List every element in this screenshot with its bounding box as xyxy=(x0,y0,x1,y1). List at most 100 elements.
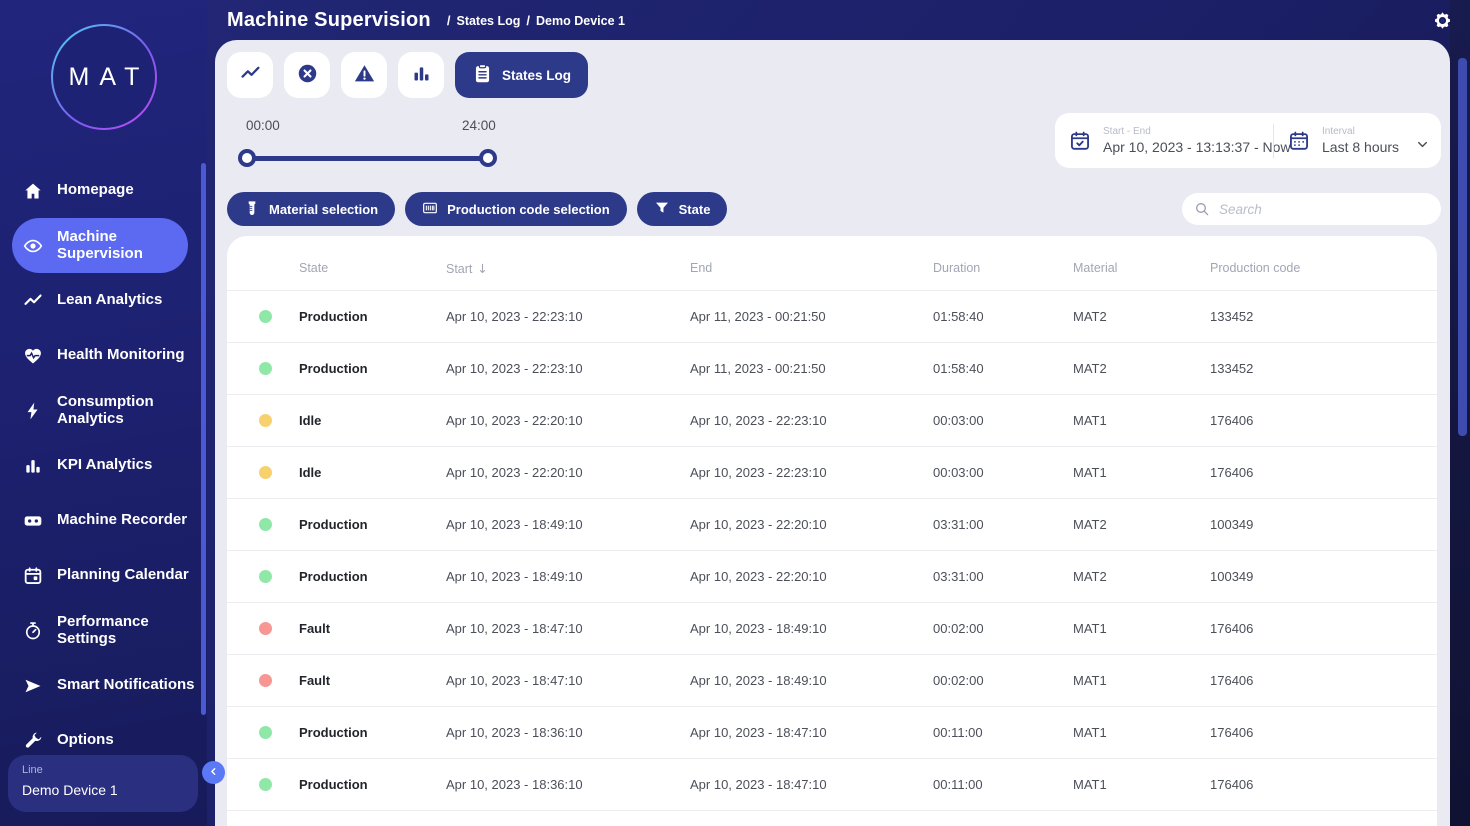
table-row[interactable]: Production Apr 10, 2023 - 18:36:10 Apr 1… xyxy=(227,759,1437,811)
cell-end: Apr 10, 2023 - 22:20:10 xyxy=(690,517,933,532)
state-dot xyxy=(259,674,272,687)
table-row[interactable]: Fault Apr 10, 2023 - 18:47:10 Apr 10, 20… xyxy=(227,655,1437,707)
recorder-icon xyxy=(23,511,43,531)
slider-track[interactable] xyxy=(246,156,488,161)
breadcrumb-separator: / xyxy=(447,13,451,28)
cell-duration: 00:03:00 xyxy=(933,413,1073,428)
table-row[interactable]: Production Apr 10, 2023 - 18:36:10 Apr 1… xyxy=(227,707,1437,759)
breadcrumb-item: / Demo Device 1 xyxy=(520,13,625,28)
cell-duration: 00:11:00 xyxy=(933,725,1073,740)
slider-end-label: 24:00 xyxy=(462,118,496,133)
cell-production-code: 176406 xyxy=(1210,413,1437,428)
funnel-icon xyxy=(654,200,670,219)
state-dot xyxy=(259,622,272,635)
state-dot xyxy=(259,466,272,479)
filter-button-state[interactable]: State xyxy=(637,192,728,226)
column-header-state[interactable]: State xyxy=(299,261,446,275)
tab-bar-chart[interactable] xyxy=(398,52,444,98)
cell-start: Apr 10, 2023 - 18:36:10 xyxy=(446,725,690,740)
table-body: Production Apr 10, 2023 - 22:23:10 Apr 1… xyxy=(227,291,1437,811)
cell-duration: 00:03:00 xyxy=(933,465,1073,480)
search-input[interactable] xyxy=(1219,202,1429,217)
column-header-start[interactable]: Start↓ xyxy=(446,261,690,276)
chevron-down-icon xyxy=(1415,137,1430,152)
cell-start: Apr 10, 2023 - 18:47:10 xyxy=(446,673,690,688)
column-header-end[interactable]: End xyxy=(690,261,933,275)
calendar-icon xyxy=(23,566,43,586)
sidebar-item-label: Machine Recorder xyxy=(57,512,187,529)
cell-start: Apr 10, 2023 - 18:49:10 xyxy=(446,569,690,584)
filter-button-production-code-selection[interactable]: Production code selection xyxy=(405,192,627,226)
breadcrumb-separator: / xyxy=(526,13,530,28)
cell-material: MAT1 xyxy=(1073,777,1210,792)
tab-clipboard[interactable]: States Log xyxy=(455,52,588,98)
cell-material: MAT1 xyxy=(1073,725,1210,740)
column-header-production-code[interactable]: Production code xyxy=(1210,261,1437,275)
cell-state: Production xyxy=(299,569,446,584)
cell-state: Production xyxy=(299,725,446,740)
sidebar-item-health-monitoring[interactable]: Health Monitoring xyxy=(0,328,207,383)
sidebar-item-machine-recorder[interactable]: Machine Recorder xyxy=(0,493,207,548)
cell-end: Apr 11, 2023 - 00:21:50 xyxy=(690,361,933,376)
start-end-picker[interactable]: Start - End Apr 10, 2023 - 13:13:37 - No… xyxy=(1055,126,1273,155)
send-icon xyxy=(23,676,43,696)
settings-button[interactable] xyxy=(1432,11,1452,31)
cell-production-code: 176406 xyxy=(1210,621,1437,636)
cell-start: Apr 10, 2023 - 22:20:10 xyxy=(446,413,690,428)
tab-warning-triangle[interactable] xyxy=(341,52,387,98)
sidebar-item-lean-analytics[interactable]: Lean Analytics xyxy=(0,273,207,328)
page-title: Machine Supervision xyxy=(227,9,431,32)
table-row[interactable]: Production Apr 10, 2023 - 22:23:10 Apr 1… xyxy=(227,343,1437,395)
column-header-material[interactable]: Material xyxy=(1073,261,1210,275)
slider-handle-start[interactable] xyxy=(238,149,256,167)
brand-logo-text: MAT xyxy=(59,63,150,92)
page-scrollbar[interactable] xyxy=(1450,0,1470,826)
tab-trend-chart[interactable] xyxy=(227,52,273,98)
tab-circle-x[interactable] xyxy=(284,52,330,98)
sidebar-item-label: Homepage xyxy=(57,182,134,199)
sidebar-collapse-button[interactable] xyxy=(202,761,225,784)
sidebar-item-consumption-analytics[interactable]: Consumption Analytics xyxy=(0,383,207,438)
sidebar: MAT Homepage Machine Supervision Lean An… xyxy=(0,0,207,826)
filter-button-material-selection[interactable]: Material selection xyxy=(227,192,395,226)
sidebar-scrollbar[interactable] xyxy=(201,163,206,715)
cell-state: Production xyxy=(299,777,446,792)
cell-end: Apr 10, 2023 - 22:23:10 xyxy=(690,413,933,428)
trend-chart-icon xyxy=(240,63,261,87)
sidebar-item-performance-settings[interactable]: Performance Settings xyxy=(0,603,207,658)
cell-end: Apr 11, 2023 - 00:21:50 xyxy=(690,309,933,324)
wrench-icon xyxy=(23,731,43,751)
cell-duration: 01:58:40 xyxy=(933,309,1073,324)
breadcrumb: / States Log / Demo Device 1 xyxy=(441,13,625,28)
sidebar-item-kpi-analytics[interactable]: KPI Analytics xyxy=(0,438,207,493)
chevron-left-icon xyxy=(208,765,219,780)
cell-start: Apr 10, 2023 - 18:47:10 xyxy=(446,621,690,636)
sidebar-item-homepage[interactable]: Homepage xyxy=(0,163,207,218)
table-row[interactable]: Fault Apr 10, 2023 - 18:47:10 Apr 10, 20… xyxy=(227,603,1437,655)
sidebar-item-smart-notifications[interactable]: Smart Notifications xyxy=(0,658,207,713)
interval-label: Interval xyxy=(1322,126,1399,137)
calendar-check-icon xyxy=(1069,130,1091,152)
sidebar-item-label: Lean Analytics xyxy=(57,292,162,309)
page-scrollbar-thumb[interactable] xyxy=(1458,58,1467,436)
sidebar-item-label: Performance Settings xyxy=(57,614,195,648)
sidebar-item-machine-supervision[interactable]: Machine Supervision xyxy=(0,218,207,273)
sidebar-item-label: Machine Supervision xyxy=(57,229,195,263)
table-row[interactable]: Production Apr 10, 2023 - 18:49:10 Apr 1… xyxy=(227,499,1437,551)
cell-end: Apr 10, 2023 - 18:47:10 xyxy=(690,725,933,740)
table-row[interactable]: Idle Apr 10, 2023 - 22:20:10 Apr 10, 202… xyxy=(227,447,1437,499)
table-row[interactable]: Production Apr 10, 2023 - 22:23:10 Apr 1… xyxy=(227,291,1437,343)
time-range-slider: 00:00 24:00 xyxy=(246,118,492,167)
cell-material: MAT2 xyxy=(1073,309,1210,324)
table-row[interactable]: Idle Apr 10, 2023 - 22:20:10 Apr 10, 202… xyxy=(227,395,1437,447)
cell-production-code: 133452 xyxy=(1210,309,1437,324)
sidebar-item-planning-calendar[interactable]: Planning Calendar xyxy=(0,548,207,603)
device-selector-card[interactable]: Line Demo Device 1 xyxy=(8,755,198,812)
cell-material: MAT1 xyxy=(1073,465,1210,480)
interval-picker[interactable]: Interval Last 8 hours xyxy=(1274,126,1441,155)
cell-end: Apr 10, 2023 - 22:20:10 xyxy=(690,569,933,584)
cell-duration: 03:31:00 xyxy=(933,517,1073,532)
slider-handle-end[interactable] xyxy=(479,149,497,167)
column-header-duration[interactable]: Duration xyxy=(933,261,1073,275)
table-row[interactable]: Production Apr 10, 2023 - 18:49:10 Apr 1… xyxy=(227,551,1437,603)
